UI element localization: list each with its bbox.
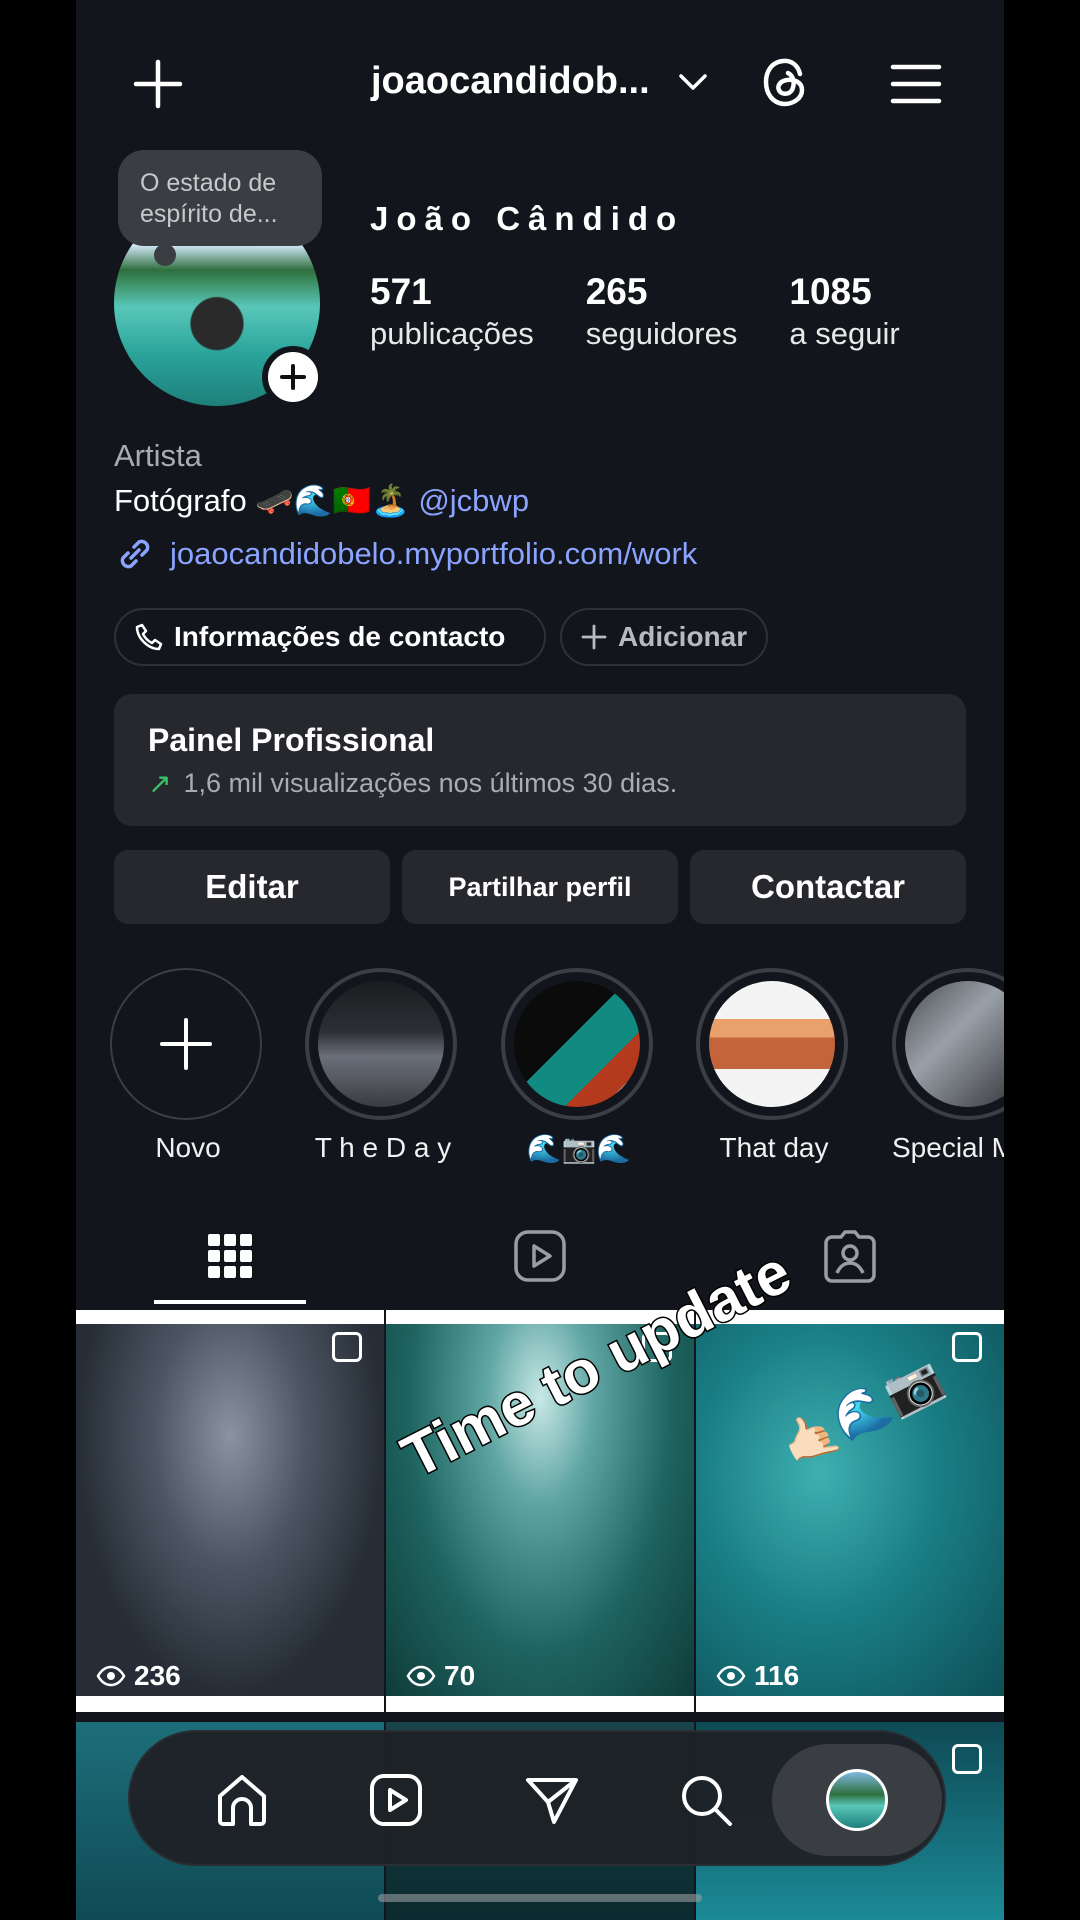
profile-bio: Fotógrafo 🛹🌊🇵🇹🏝️ @jcbwp — [114, 482, 529, 519]
account-username[interactable]: joaocandidob... — [371, 60, 650, 103]
view-count-value: 116 — [754, 1660, 800, 1691]
highlight-label: Novo — [155, 1132, 221, 1163]
plus-icon — [160, 1018, 212, 1070]
profile-link-text: joaocandidobelo.myportfolio.com/work — [170, 536, 698, 571]
profile-tab[interactable] — [772, 1744, 942, 1856]
trend-up-arrow-icon: ↗ — [148, 768, 172, 799]
highlight-cover — [514, 981, 640, 1107]
dashboard-subtitle-text: 1,6 mil visualizações nos últimos 30 dia… — [183, 768, 678, 798]
stat-following[interactable]: 1085 a seguir — [789, 270, 899, 354]
instagram-profile-screen: joaocandidob... O estado de espírito de.… — [76, 0, 1004, 1920]
highlight-label: T h e D a y — [314, 1132, 452, 1163]
create-plus-icon[interactable] — [126, 52, 190, 116]
eye-icon — [96, 1665, 126, 1687]
contact-button[interactable]: Contactar — [690, 850, 966, 924]
bio-mention-link[interactable]: @jcbwp — [418, 483, 529, 518]
profile-note-bubble[interactable]: O estado de espírito de... — [118, 150, 322, 266]
share-profile-button[interactable]: Partilhar perfil — [402, 850, 678, 924]
edit-profile-button[interactable]: Editar — [114, 850, 390, 924]
highlight-item[interactable]: Special M — [892, 968, 1004, 1164]
profile-link[interactable]: joaocandidobelo.myportfolio.com/work — [114, 533, 697, 575]
highlight-ring — [696, 968, 848, 1120]
chip-label: Informações de contacto — [174, 621, 506, 652]
profile-stats: 571 publicações 265 seguidores 1085 a se… — [370, 270, 990, 354]
contact-info-chip[interactable]: Informações de contacto — [114, 608, 546, 666]
view-count: 236 — [96, 1660, 181, 1692]
post-image — [76, 1324, 384, 1696]
hamburger-menu-icon[interactable] — [884, 52, 948, 116]
reels-icon[interactable] — [510, 1226, 570, 1286]
stat-label: publicações — [370, 316, 534, 351]
stat-label: a seguir — [789, 316, 900, 351]
profile-avatar-icon — [826, 1769, 888, 1831]
dashboard-subtitle: ↗ 1,6 mil visualizações nos últimos 30 d… — [148, 767, 932, 800]
view-count: 70 — [406, 1660, 475, 1692]
highlight-ring — [892, 968, 1004, 1120]
highlight-new[interactable]: Novo — [110, 968, 266, 1164]
top-bar: joaocandidob... — [76, 40, 1004, 124]
plus-icon — [581, 624, 607, 650]
view-count-value: 70 — [444, 1660, 476, 1691]
reels-icon[interactable] — [362, 1766, 430, 1834]
carousel-icon — [332, 1332, 362, 1362]
search-icon[interactable] — [672, 1766, 740, 1834]
direct-message-icon[interactable] — [518, 1766, 586, 1834]
view-count: 116 — [716, 1660, 799, 1692]
highlight-item[interactable]: T h e D a y — [305, 968, 461, 1164]
grid-icon[interactable] — [200, 1226, 260, 1286]
highlight-label: That day — [719, 1132, 829, 1163]
view-count-value: 236 — [134, 1660, 181, 1691]
bottom-navigation — [128, 1730, 946, 1866]
highlight-label: Special M — [892, 1132, 1004, 1163]
post-tile[interactable]: 116 — [696, 1310, 1004, 1712]
post-tile[interactable]: 236 — [76, 1310, 384, 1712]
add-story-plus-icon[interactable] — [262, 346, 324, 408]
stat-posts[interactable]: 571 publicações — [370, 270, 534, 354]
profile-category: Artista — [114, 438, 202, 473]
stat-followers[interactable]: 265 seguidores — [586, 270, 738, 354]
highlight-item[interactable]: 🌊📷🌊 — [501, 968, 657, 1165]
phone-icon — [135, 623, 163, 651]
highlight-item[interactable]: That day — [696, 968, 852, 1164]
stat-value: 265 — [585, 271, 648, 312]
chevron-down-icon[interactable] — [673, 62, 713, 102]
stat-value: 1085 — [789, 271, 872, 312]
highlight-cover — [905, 981, 1004, 1107]
professional-dashboard-card[interactable]: Painel Profissional ↗ 1,6 mil visualizaç… — [114, 694, 966, 826]
threads-icon[interactable] — [754, 50, 818, 114]
highlight-label: 🌊📷🌊 — [526, 1133, 632, 1164]
tagged-icon[interactable] — [820, 1226, 880, 1286]
highlight-ring — [305, 968, 457, 1120]
active-tab-indicator — [154, 1300, 306, 1304]
carousel-icon — [952, 1744, 982, 1774]
bio-text: Fotógrafo 🛹🌊🇵🇹🏝️ — [114, 483, 410, 518]
display-name: João Cândido — [370, 200, 685, 237]
eye-icon — [716, 1665, 746, 1687]
highlight-ring — [501, 968, 653, 1120]
eye-icon — [406, 1665, 436, 1687]
link-icon — [120, 539, 150, 569]
dashboard-title: Painel Profissional — [148, 722, 435, 758]
chip-label: Adicionar — [618, 621, 748, 652]
carousel-icon — [952, 1332, 982, 1362]
highlight-ring — [110, 968, 262, 1120]
stat-label: seguidores — [585, 316, 738, 351]
highlight-cover — [709, 981, 835, 1107]
home-indicator — [378, 1894, 702, 1902]
highlight-cover — [318, 981, 444, 1107]
stat-value: 571 — [370, 271, 432, 312]
add-chip[interactable]: Adicionar — [560, 608, 768, 666]
post-image — [696, 1324, 1004, 1696]
home-icon[interactable] — [208, 1766, 276, 1834]
